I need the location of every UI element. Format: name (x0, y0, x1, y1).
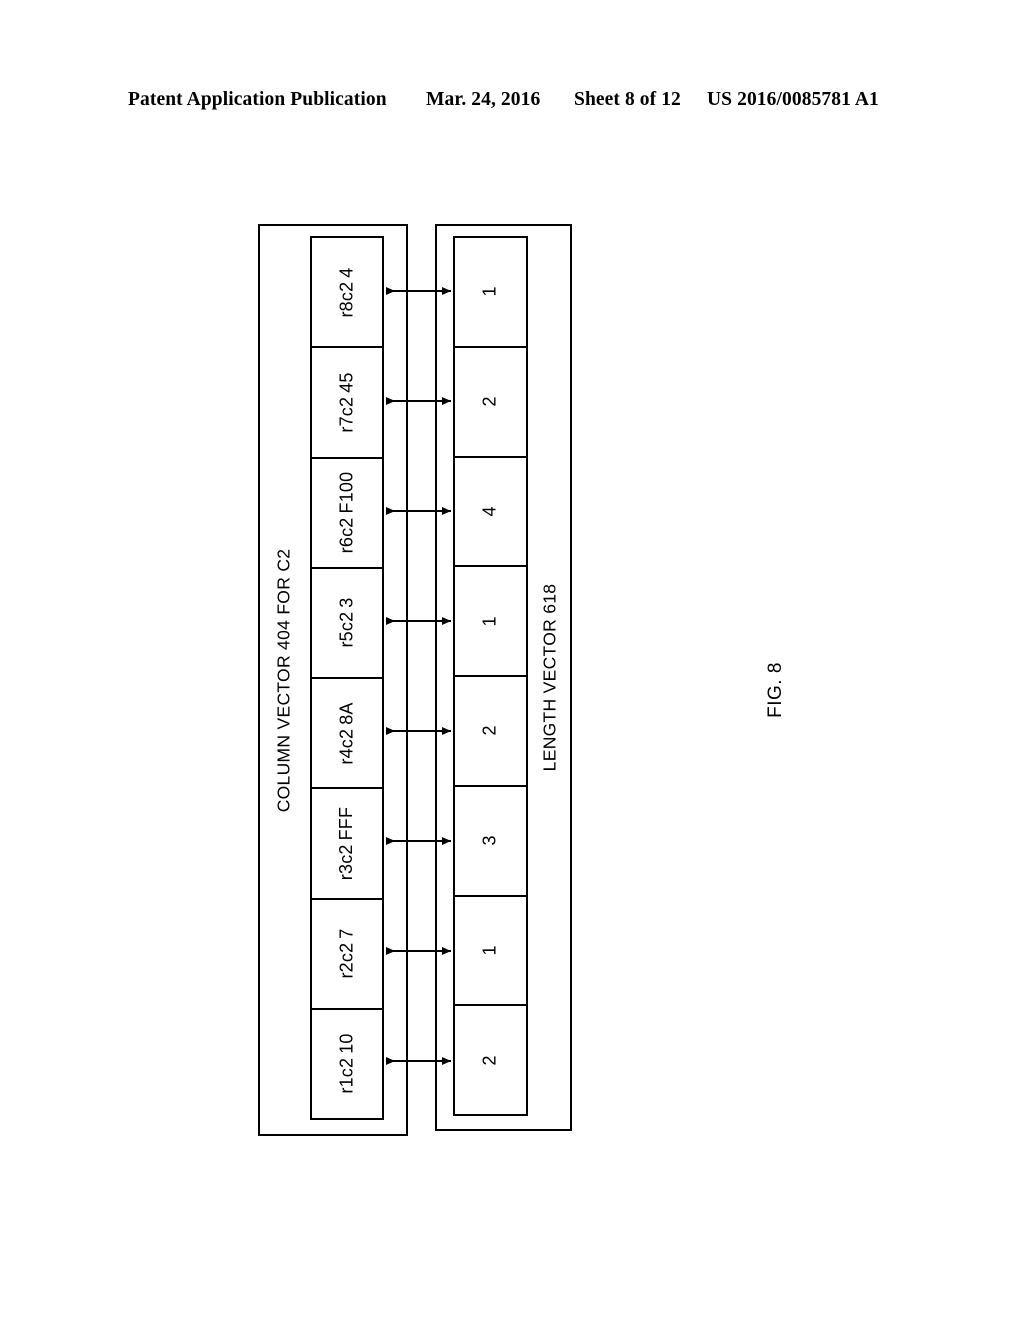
length-vector-cell: 2 (453, 1004, 528, 1116)
length-vector-cell-value: 1 (479, 286, 500, 297)
column-vector-cell-id: r4c2 (336, 728, 357, 765)
column-vector-cell: r5c2 3 (310, 566, 384, 679)
column-vector-cell-content: r1c2 10 (337, 1034, 358, 1094)
length-vector-caption: LENGTH VECTOR 618 (528, 224, 572, 1131)
column-vector-cell-value: 8A (336, 702, 357, 725)
column-vector-cell-id: r7c2 (336, 396, 357, 433)
length-vector-cell: 3 (453, 784, 528, 897)
column-vector-cell-value: F100 (336, 471, 357, 514)
column-vector-cell-content: r7c2 45 (337, 372, 358, 432)
length-vector-caption-text: LENGTH VECTOR 618 (539, 583, 560, 772)
length-vector-cell: 1 (453, 565, 528, 677)
length-vector-cell-value: 1 (479, 945, 500, 956)
column-vector-cell-id: r1c2 (336, 1058, 357, 1094)
length-vector-cell: 1 (453, 894, 528, 1007)
column-vector-cell-id: r8c2 (336, 281, 357, 318)
column-vector-cell: r1c2 10 (310, 1007, 384, 1120)
length-vector-cell-value: 2 (479, 725, 500, 736)
column-vector-cell: r8c2 4 (310, 236, 384, 349)
length-vector-cell: 2 (453, 345, 528, 458)
column-vector-cell-content: r5c2 3 (336, 598, 357, 648)
column-vector-cell-value: FFF (336, 806, 357, 841)
column-vector-cell-stack: r8c2 4 r7c2 45 r6c2 F100 r5c2 3 r4c2 8A … (310, 236, 384, 1120)
length-vector-cell: 4 (453, 455, 528, 568)
column-vector-cell-id: r3c2 (336, 844, 357, 881)
column-vector-cell: r7c2 45 (310, 346, 384, 459)
column-vector-cell-id: r2c2 (336, 942, 357, 979)
column-vector-cell-id: r6c2 (336, 517, 357, 554)
column-vector-cell-content: r2c2 7 (336, 929, 357, 979)
column-vector-cell-content: r8c2 4 (336, 267, 357, 317)
column-vector-cell: r4c2 8A (310, 677, 384, 790)
length-vector-cell-value: 4 (479, 506, 500, 517)
column-vector-cell-content: r6c2 F100 (337, 472, 358, 554)
column-vector-cell-value: 4 (336, 267, 357, 278)
column-vector-cell-value: 45 (336, 372, 357, 393)
figure-label: FIG. 8 (736, 620, 816, 760)
column-vector-caption-text: COLUMN VECTOR 404 FOR C2 (273, 548, 294, 812)
column-vector-cell-id: r5c2 (336, 612, 357, 648)
column-vector-cell-content: r3c2 FFF (337, 807, 358, 880)
length-vector-cell-value: 2 (479, 1055, 500, 1066)
column-vector-cell-value: 3 (336, 597, 357, 609)
column-vector-cell: r6c2 F100 (310, 456, 384, 569)
column-vector-cell: r3c2 FFF (310, 787, 384, 900)
length-vector-cell-value: 1 (479, 616, 500, 627)
column-vector-cell-value: 7 (336, 928, 357, 939)
column-vector-cell: r2c2 7 (310, 897, 384, 1010)
figure-8-diagram: COLUMN VECTOR 404 FOR C2 LENGTH VECTOR 6… (0, 0, 1024, 1320)
column-vector-cell-value: 10 (336, 1033, 357, 1055)
length-vector-cell: 1 (453, 236, 528, 348)
length-vector-cell-value: 2 (479, 396, 500, 407)
figure-label-text: FIG. 8 (764, 662, 786, 718)
column-vector-caption: COLUMN VECTOR 404 FOR C2 (258, 224, 310, 1136)
length-vector-cell-stack: 1 2 4 1 2 3 1 2 (453, 236, 528, 1116)
column-vector-cell-content: r4c2 8A (337, 702, 358, 764)
length-vector-cell: 2 (453, 675, 528, 787)
length-vector-cell-value: 3 (479, 835, 500, 846)
